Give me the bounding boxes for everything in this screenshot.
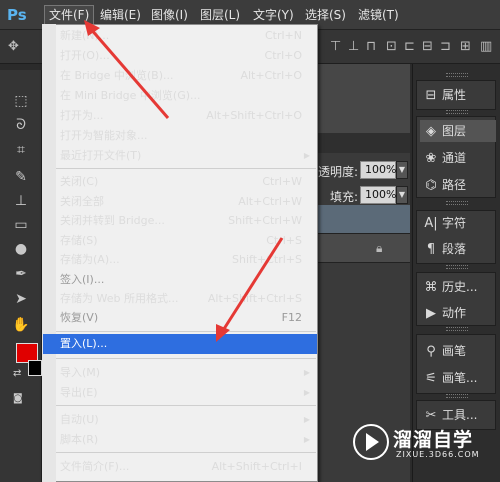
annotation-arrow-to-place <box>220 237 284 333</box>
watermark-url: ZIXUE.3D66.COM <box>396 450 480 459</box>
annotation-arrow-to-file-menu <box>88 27 170 119</box>
annotation-arrows <box>84 20 284 342</box>
watermark-brand: 溜溜自学 <box>393 429 474 451</box>
annotation-arrowhead <box>216 324 230 342</box>
annotation-arrowhead <box>84 20 100 36</box>
watermark-play-icon <box>366 433 379 451</box>
